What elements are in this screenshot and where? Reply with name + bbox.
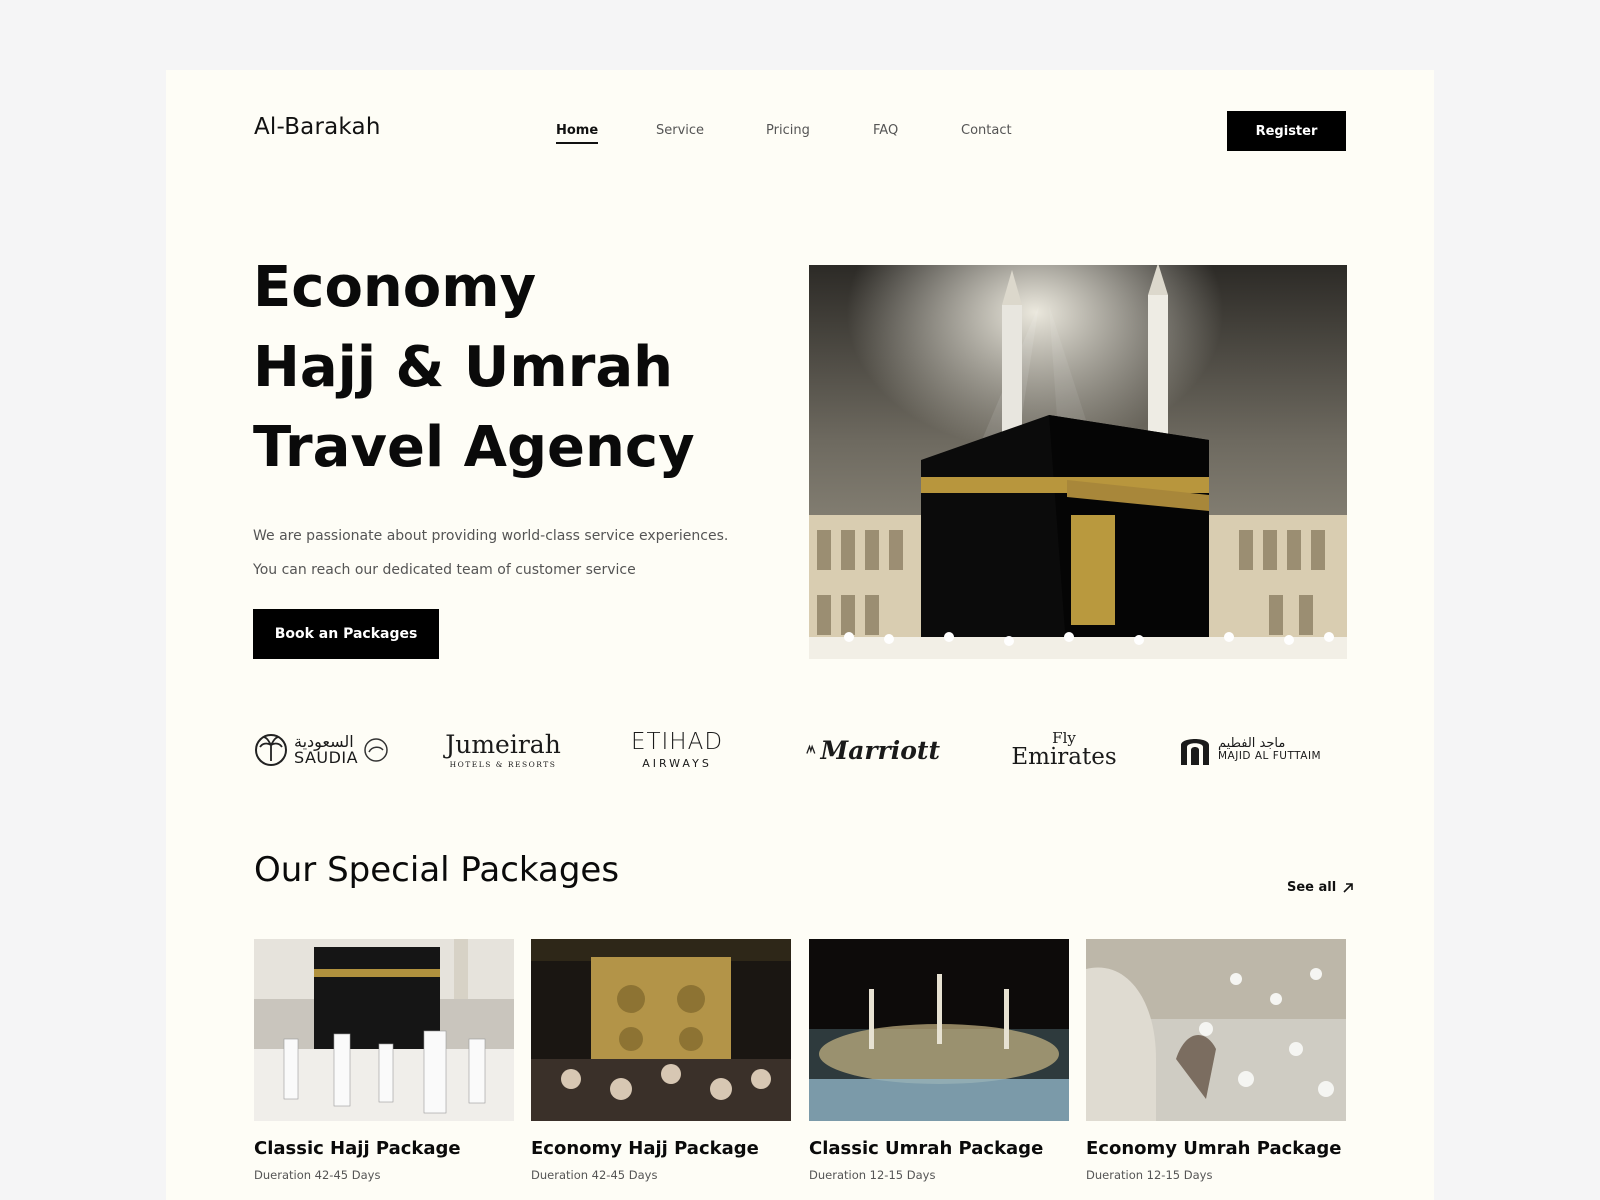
- package-name: Classic Umrah Package: [809, 1138, 1044, 1159]
- package-card[interactable]: Economy Umrah Package Dueration 12-15 Da…: [1086, 939, 1346, 1182]
- see-all-link[interactable]: See all: [1287, 880, 1354, 895]
- landing-page: Al-Barakah Home Service Pricing FAQ Cont…: [166, 70, 1434, 1200]
- kaaba-pilgrims-image: [254, 939, 514, 1121]
- partner-name: Emirates: [1011, 744, 1117, 770]
- package-name: Classic Hajj Package: [254, 1138, 461, 1159]
- partner-tagline: HOTELS & RESORTS: [449, 759, 557, 769]
- hero-description: We are passionate about providing world-…: [253, 519, 813, 587]
- book-packages-button[interactable]: Book an Packages: [253, 609, 439, 659]
- package-card[interactable]: Classic Umrah Package Dueration 12-15 Da…: [809, 939, 1069, 1182]
- nav-contact[interactable]: Contact: [961, 123, 1012, 138]
- hero-title-line: Hajj & Umrah: [253, 335, 673, 400]
- package-card[interactable]: Economy Hajj Package Dueration 42-45 Day…: [531, 939, 791, 1182]
- saudia-swirl-icon: [364, 738, 388, 762]
- nav-home[interactable]: Home: [556, 123, 599, 144]
- hero-title-line: Travel Agency: [253, 415, 695, 480]
- package-name: Economy Hajj Package: [531, 1138, 759, 1159]
- emirates-logo: Fly Emirates: [1011, 720, 1117, 780]
- kaaba-hero-image: [809, 265, 1347, 659]
- package-duration: Dueration 42-45 Days: [254, 1168, 381, 1182]
- jumeirah-logo: Jumeirah HOTELS & RESORTS: [445, 720, 561, 780]
- package-duration: Dueration 42-45 Days: [531, 1168, 658, 1182]
- partner-logos: السعودية SAUDIA Jumeirah HOTELS & RESORT…: [254, 720, 1349, 780]
- palm-emblem-icon: [255, 734, 287, 766]
- partner-arabic-text: ماجد الفطيم: [1218, 736, 1286, 752]
- majid-al-futtaim-logo: ماجد الفطيم MAJID AL FUTTAIM: [1178, 720, 1348, 780]
- nav-service[interactable]: Service: [656, 123, 704, 138]
- package-name: Economy Umrah Package: [1086, 1138, 1342, 1159]
- arrow-up-right-icon: [1343, 882, 1354, 893]
- kaaba-illustration: [809, 265, 1347, 659]
- marriott-logo: Marriott: [806, 720, 940, 780]
- packages-title: Our Special Packages: [254, 850, 620, 890]
- register-button[interactable]: Register: [1227, 111, 1346, 151]
- package-duration: Dueration 12-15 Days: [809, 1168, 936, 1182]
- hero-title: Economy Hajj & Umrah Travel Agency: [253, 248, 753, 488]
- mosque-night-image: [809, 939, 1069, 1121]
- partner-name: MAJID AL FUTTAIM: [1218, 750, 1322, 763]
- partner-name: Marriott: [820, 735, 940, 765]
- nav-faq[interactable]: FAQ: [873, 123, 898, 138]
- saudia-logo: السعودية SAUDIA: [254, 720, 404, 780]
- hero-description-line: You can reach our dedicated team of cust…: [253, 562, 636, 578]
- pilgrims-prayer-image: [1086, 939, 1346, 1121]
- partner-name: Jumeirah: [445, 729, 561, 759]
- see-all-label: See all: [1287, 880, 1337, 895]
- hero-title-line: Economy: [253, 255, 537, 320]
- marriott-m-icon: [806, 744, 816, 754]
- partner-name: ETIHAD: [630, 728, 724, 755]
- etihad-logo: ETIHAD AIRWAYS: [616, 720, 738, 780]
- package-card[interactable]: Classic Hajj Package Dueration 42-45 Day…: [254, 939, 514, 1182]
- kaaba-door-image: [531, 939, 791, 1121]
- partner-tagline: AIRWAYS: [642, 756, 712, 770]
- partner-name: SAUDIA: [294, 748, 359, 767]
- package-duration: Dueration 12-15 Days: [1086, 1168, 1213, 1182]
- nav-pricing[interactable]: Pricing: [766, 123, 810, 138]
- arch-emblem-icon: [1181, 739, 1209, 765]
- hero-description-line: We are passionate about providing world-…: [253, 528, 729, 544]
